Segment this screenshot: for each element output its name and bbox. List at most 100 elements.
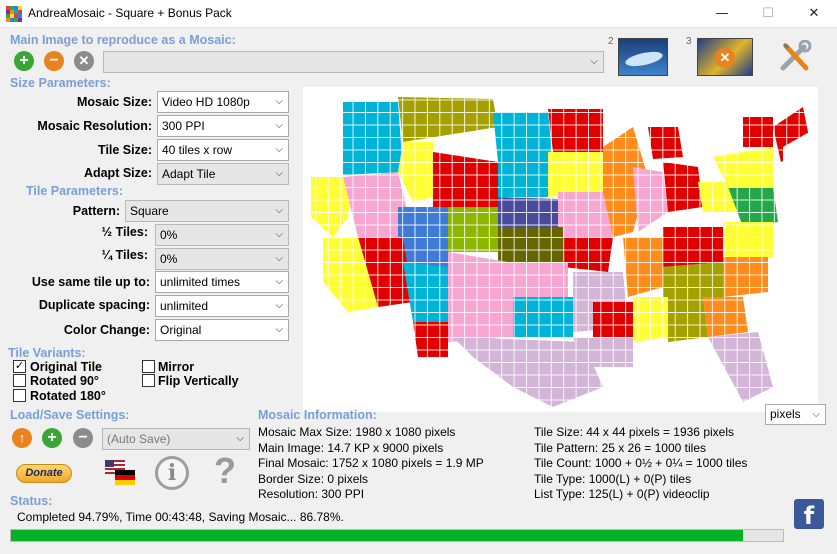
half-tiles-select[interactable]: 0% ⌵ [155, 224, 289, 246]
adapt-size-select[interactable]: Adapt Tile ⌵ [157, 163, 289, 185]
chevron-down-icon: ⌵ [275, 120, 283, 131]
title-bar: AndreaMosaic - Square + Bonus Pack — ☐ ✕ [0, 0, 837, 28]
rotated-90-label: Rotated 90° [30, 374, 99, 388]
tools-icon[interactable] [778, 39, 812, 74]
chevron-down-icon: ⌵ [275, 205, 283, 216]
window-title: AndreaMosaic - Square + Bonus Pack [28, 6, 232, 20]
badge-2: 2 [608, 36, 614, 47]
language-flags-icon[interactable] [103, 458, 137, 488]
chevron-down-icon: ⌵ [275, 96, 283, 107]
quarter-tiles-value: 0% [160, 252, 178, 266]
info-tile-pattern: Tile Pattern: 25 x 26 = 1000 tiles [534, 440, 706, 455]
duplicate-spacing-label: Duplicate spacing: [38, 298, 150, 312]
chevron-down-icon: ⌵ [275, 324, 283, 335]
chevron-down-icon: ⌵ [275, 276, 283, 287]
units-select[interactable]: pixels ⌵ [765, 404, 826, 425]
start-mosaic-button[interactable]: ✕ [697, 38, 753, 76]
close-button[interactable]: ✕ [791, 0, 837, 28]
info-tile-count: Tile Count: 1000 + 0½ + 0¼ = 1000 tiles [534, 456, 748, 470]
color-change-select[interactable]: Original ⌵ [155, 319, 289, 341]
settings-combo-value: (Auto Save) [107, 432, 171, 446]
app-icon [6, 6, 22, 22]
mosaic-size-select[interactable]: Video HD 1080p ⌵ [157, 91, 289, 113]
half-tiles-label: ½ Tiles: [101, 225, 148, 239]
rotated-90-checkbox[interactable] [13, 374, 26, 387]
mosaic-size-value: Video HD 1080p [162, 95, 250, 109]
color-change-label: Color Change: [63, 323, 150, 337]
delete-settings-icon[interactable]: − [73, 428, 93, 448]
tile-params-heading: Tile Parameters: [26, 184, 124, 198]
settings-combo[interactable]: (Auto Save) ⌵ [102, 428, 250, 450]
units-value: pixels [770, 407, 801, 421]
load-arrow-icon[interactable]: ↑ [12, 428, 32, 448]
chevron-down-icon: ⌵ [590, 56, 598, 67]
dolphin-icon [624, 49, 664, 69]
mirror-checkbox[interactable] [142, 360, 155, 373]
cancel-x-icon: ✕ [715, 48, 735, 68]
info-left-column: Mosaic Max Size: 1980 x 1080 pixels Main… [258, 425, 484, 503]
adapt-size-value: Adapt Tile [162, 167, 216, 181]
mosaic-info-heading: Mosaic Information: [258, 408, 377, 422]
info-final-mosaic: Final Mosaic: 1752 x 1080 pixels = 1.9 M… [258, 456, 484, 470]
rotated-180-checkbox[interactable] [13, 389, 26, 402]
remove-image-button[interactable]: − [44, 51, 64, 71]
progress-bar [10, 529, 784, 542]
pattern-select[interactable]: Square ⌵ [125, 200, 289, 222]
size-params-heading: Size Parameters: [10, 76, 111, 90]
mirror-label: Mirror [158, 360, 195, 374]
color-change-value: Original [160, 323, 202, 337]
info-list-type: List Type: 125(L) + 0(P) videoclip [534, 487, 710, 501]
main-image-heading: Main Image to reproduce as a Mosaic: [10, 33, 236, 47]
chevron-down-icon: ⌵ [275, 229, 283, 240]
tile-variants-heading: Tile Variants: [8, 346, 86, 360]
flip-vertically-label: Flip Vertically [158, 374, 239, 388]
progress-fill [11, 530, 743, 541]
info-resolution: Resolution: 300 PPI [258, 487, 365, 501]
duplicate-spacing-value: unlimited [160, 299, 209, 313]
status-heading: Status: [10, 494, 53, 508]
mosaic-size-label: Mosaic Size: [76, 95, 152, 109]
info-main-image: Main Image: 14.7 KP x 9000 pixels [258, 440, 444, 455]
half-tiles-value: 0% [160, 228, 178, 242]
save-add-icon[interactable]: + [42, 428, 62, 448]
badge-3: 3 [686, 36, 692, 47]
add-image-button[interactable]: + [14, 51, 34, 71]
pattern-value: Square [130, 204, 169, 218]
maximize-button[interactable]: ☐ [745, 0, 791, 28]
main-image-path-combo[interactable]: ⌵ [103, 51, 604, 73]
tiles-folder-button[interactable] [618, 38, 668, 76]
same-tile-label: Use same tile up to: [31, 275, 150, 289]
tile-size-select[interactable]: 40 tiles x row ⌵ [157, 139, 289, 161]
mosaic-preview [303, 87, 818, 412]
donate-button[interactable]: Donate [16, 464, 72, 483]
chevron-down-icon: ⌵ [236, 433, 244, 444]
duplicate-spacing-select[interactable]: unlimited ⌵ [155, 295, 289, 317]
status-text: Completed 94.79%, Time 00:43:48, Saving … [17, 510, 344, 524]
chevron-down-icon: ⌵ [275, 144, 283, 155]
resolution-select[interactable]: 300 PPI ⌵ [157, 115, 289, 137]
info-border-size: Border Size: 0 pixels [258, 471, 369, 486]
tile-size-value: 40 tiles x row [162, 143, 233, 157]
load-save-heading: Load/Save Settings: [10, 408, 130, 422]
minimize-button[interactable]: — [699, 0, 745, 28]
same-tile-select[interactable]: unlimited times ⌵ [155, 271, 289, 293]
info-tile-size: Tile Size: 44 x 44 pixels = 1936 pixels [534, 425, 734, 439]
resolution-label: Mosaic Resolution: [37, 119, 152, 133]
original-tile-checkbox[interactable]: ✓ [13, 360, 26, 373]
help-icon[interactable]: ? [210, 452, 240, 490]
adapt-size-label: Adapt Size: [83, 166, 152, 180]
chevron-down-icon: ⌵ [275, 168, 283, 179]
info-tile-type: Tile Type: 1000(L) + 0(P) tiles [534, 471, 692, 486]
facebook-icon[interactable]: f [794, 499, 824, 530]
flip-vertically-checkbox[interactable] [142, 374, 155, 387]
quarter-tiles-select[interactable]: 0% ⌵ [155, 248, 289, 270]
pattern-label: Pattern: [72, 204, 120, 218]
tile-size-label: Tile Size: [98, 143, 152, 157]
info-icon[interactable]: i [155, 456, 189, 490]
chevron-down-icon: ⌵ [275, 253, 283, 264]
tile-grid-overlay [303, 87, 818, 412]
info-right-column: Tile Size: 44 x 44 pixels = 1936 pixels … [534, 425, 747, 503]
info-max-size: Mosaic Max Size: 1980 x 1080 pixels [258, 425, 456, 439]
original-tile-label: Original Tile [30, 360, 103, 374]
clear-image-button[interactable]: ✕ [74, 51, 94, 71]
